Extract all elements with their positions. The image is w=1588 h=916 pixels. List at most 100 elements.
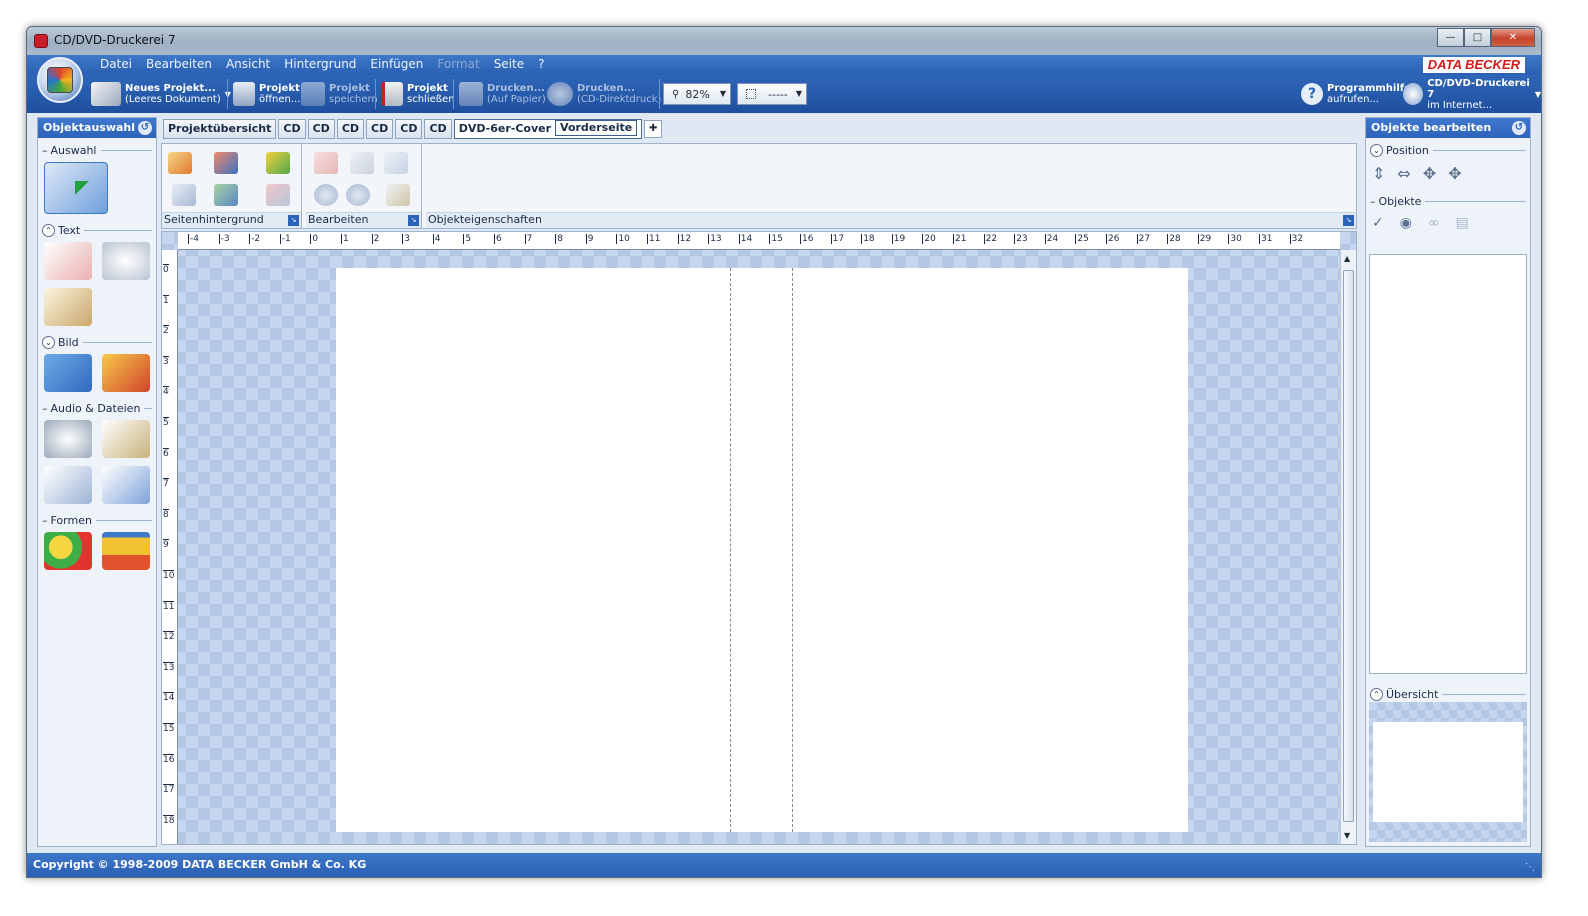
ruler-tick-label: -1: [279, 234, 291, 244]
collapse-icon[interactable]: –: [42, 144, 48, 157]
checkmark-icon[interactable]: ✓: [1372, 215, 1384, 231]
center-icon[interactable]: ✥: [1423, 164, 1436, 183]
swap-icon[interactable]: [214, 184, 238, 206]
collapse-icon[interactable]: –: [42, 514, 48, 527]
minimize-button[interactable]: —: [1437, 28, 1464, 47]
stamp-text-tool-icon[interactable]: [44, 288, 92, 326]
align-vertical-icon[interactable]: ⇔: [1397, 164, 1410, 183]
save-project-label: Projekt: [329, 83, 370, 94]
background-fill-icon[interactable]: [168, 152, 192, 174]
distribute-icon[interactable]: ✥: [1448, 164, 1461, 183]
expand-icon[interactable]: ↘: [288, 215, 299, 226]
spine-guide-right: [792, 268, 793, 832]
collapse-icon[interactable]: ⌃: [1370, 687, 1383, 701]
ruler-tick-label: 17: [163, 784, 175, 796]
menu-hintergrund[interactable]: Hintergrund: [277, 57, 363, 71]
menu-datei[interactable]: Datei: [93, 57, 139, 71]
select-tool-button[interactable]: [44, 162, 108, 214]
tab-cd-6[interactable]: CD: [424, 119, 452, 139]
ruler-tick-label: 13: [163, 661, 175, 673]
tab-project-overview[interactable]: Projektübersicht: [163, 119, 277, 139]
menu-einfuegen[interactable]: Einfügen: [363, 57, 430, 71]
arrows-icon[interactable]: [102, 532, 150, 570]
menu-bearbeiten[interactable]: Bearbeiten: [139, 57, 219, 71]
maximize-button[interactable]: □: [1464, 28, 1491, 47]
close-project-label: Projekt: [407, 83, 448, 94]
section-label: Übersicht: [1386, 687, 1439, 701]
collapse-icon[interactable]: –: [42, 402, 48, 415]
menu-bar: Datei Bearbeiten Ansicht Hintergrund Ein…: [27, 55, 1541, 75]
app-orb-button[interactable]: [37, 57, 83, 103]
internet-button[interactable]: CD/DVD-Druckerei 7 im Internet... ▼: [1403, 78, 1541, 111]
close-button[interactable]: ✕: [1491, 28, 1535, 47]
ruler-tick-label: 14: [163, 692, 175, 704]
music-notes-icon[interactable]: [102, 420, 150, 458]
new-page-icon[interactable]: ✚: [644, 120, 663, 138]
line-style-select[interactable]: ----- ▼: [737, 83, 807, 105]
ruler-tick-label: 12: [677, 234, 692, 244]
undo-icon[interactable]: [314, 184, 338, 206]
collapse-icon[interactable]: ⌄: [1370, 143, 1383, 157]
expand-icon[interactable]: ↘: [1343, 215, 1354, 226]
menu-ansicht[interactable]: Ansicht: [219, 57, 277, 71]
background-image-icon[interactable]: [214, 152, 238, 174]
tab-cd-3[interactable]: CD: [336, 119, 365, 139]
menu-seite[interactable]: Seite: [487, 57, 531, 71]
vertical-scrollbar[interactable]: ▲ ▼: [1340, 250, 1356, 844]
overview-preview[interactable]: [1369, 702, 1527, 842]
align-horizontal-icon[interactable]: ⇕: [1372, 164, 1385, 183]
new-project-sublabel: (Leeres Dokument): [125, 94, 221, 105]
copy-icon[interactable]: [350, 152, 374, 174]
pin-icon[interactable]: ↺: [1512, 121, 1526, 135]
close-project-button[interactable]: Projekt schließen: [381, 79, 455, 109]
scanner-tool-icon[interactable]: [102, 354, 150, 392]
scroll-up-icon[interactable]: ▲: [1344, 254, 1350, 263]
tab-cd-5[interactable]: CD: [395, 119, 423, 139]
file-list-icon[interactable]: [102, 466, 150, 504]
new-project-button[interactable]: Neues Projekt...(Leeres Dokument) ▼: [91, 79, 231, 109]
ruler-tick-label: 1: [341, 234, 349, 244]
menu-help[interactable]: ?: [531, 57, 551, 71]
cut-icon[interactable]: [314, 152, 338, 174]
help-button[interactable]: ? Programmhilfe aufrufen...: [1301, 79, 1411, 109]
headphones-icon[interactable]: [44, 420, 92, 458]
tab-dvd-cover[interactable]: DVD-6er-Cover Vorderseite: [453, 119, 643, 139]
subtab-front[interactable]: Vorderseite: [555, 120, 638, 136]
zoom-select[interactable]: ⚲ 82% ▼: [663, 83, 731, 105]
tracklist-icon[interactable]: [44, 466, 92, 504]
add-background-icon[interactable]: [266, 152, 290, 174]
chevron-down-icon[interactable]: ▼: [1535, 90, 1541, 99]
cover-page[interactable]: [336, 268, 1188, 832]
tab-cd-1[interactable]: CD: [278, 119, 306, 139]
tab-dvd-cover-label: DVD-6er-Cover: [458, 122, 552, 135]
save-project-button[interactable]: Projekt speichern: [301, 79, 378, 109]
resize-grip-icon[interactable]: ⋱: [1525, 862, 1535, 873]
link-icon[interactable]: ∞: [1428, 215, 1440, 231]
document-icon[interactable]: ▤: [1456, 215, 1469, 231]
remove-background-icon[interactable]: [266, 184, 290, 206]
shapes-icon[interactable]: [44, 532, 92, 570]
ruler-tick-label: 30: [1228, 234, 1242, 244]
print-paper-button[interactable]: Drucken... (Auf Papier): [459, 79, 546, 109]
design-canvas[interactable]: -4 -3 -2 -1 0 1 2 3 4 5 6 7 8 9 10 11 12 13 14 15 16 17 18 19 20…: [161, 231, 1357, 845]
pin-icon[interactable]: ↺: [138, 121, 152, 135]
collapse-icon[interactable]: ⌃: [42, 223, 55, 237]
scroll-down-icon[interactable]: ▼: [1344, 831, 1350, 840]
collapse-icon[interactable]: –: [1370, 195, 1376, 208]
tab-cd-4[interactable]: CD: [366, 119, 394, 139]
open-project-button[interactable]: Projekt öffnen...: [233, 79, 300, 109]
paste-icon[interactable]: [384, 152, 408, 174]
print-direct-button[interactable]: Drucken... (CD-Direktdruck): [547, 79, 661, 109]
globe-icon[interactable]: ◉: [1400, 215, 1412, 231]
disc-text-tool-icon[interactable]: [102, 242, 150, 280]
collapse-icon[interactable]: ⌄: [42, 335, 55, 349]
redo-icon[interactable]: [346, 184, 370, 206]
object-list[interactable]: [1369, 254, 1527, 674]
image-tool-icon[interactable]: [44, 354, 92, 392]
text-effect-icon[interactable]: [172, 184, 196, 206]
text-tool-icon[interactable]: [44, 242, 92, 280]
clipboard-icon[interactable]: [386, 184, 410, 206]
scroll-thumb[interactable]: [1343, 270, 1354, 822]
expand-icon[interactable]: ↘: [408, 215, 419, 226]
tab-cd-2[interactable]: CD: [307, 119, 335, 139]
